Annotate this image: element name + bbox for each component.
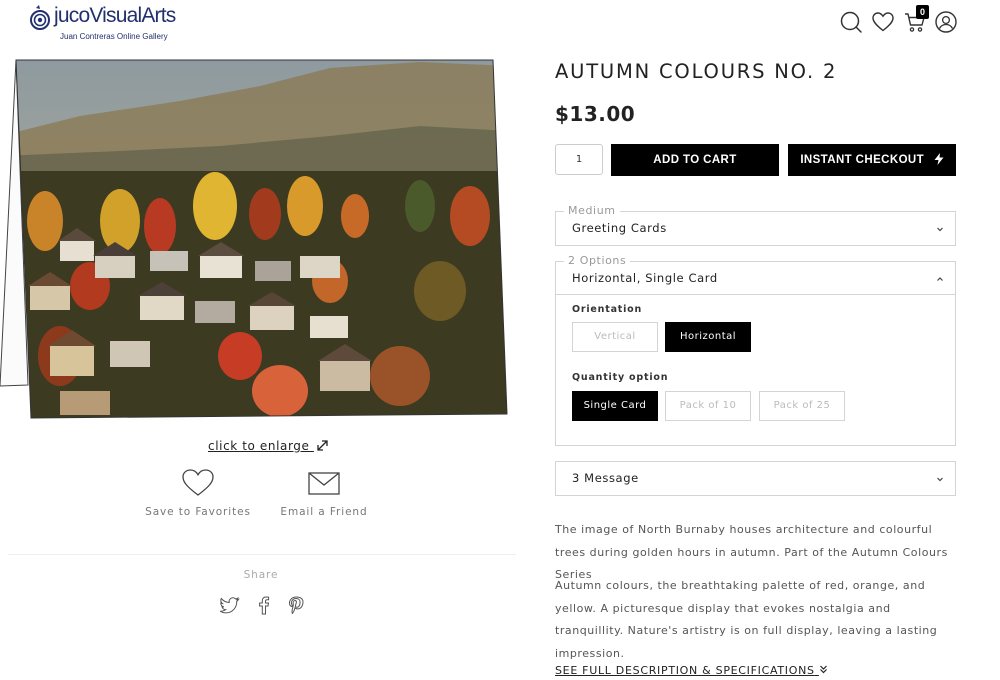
product-price: $13.00 [555, 102, 636, 126]
expand-icon [317, 440, 328, 451]
see-full-description-link[interactable]: SEE FULL DESCRIPTION & SPECIFICATIONS [555, 664, 828, 677]
message-select[interactable]: 3 Message [555, 461, 956, 496]
quantity-pack-of-25-option[interactable]: Pack of 25 [759, 391, 845, 421]
orientation-vertical-option[interactable]: Vertical [572, 322, 658, 352]
orientation-label: Orientation [572, 304, 643, 315]
quantity-input[interactable] [555, 144, 603, 175]
search-icon[interactable] [839, 10, 863, 34]
message-value: 3 Message [572, 471, 639, 485]
orientation-horizontal-option[interactable]: Horizontal [665, 322, 751, 352]
pinterest-icon[interactable] [286, 595, 306, 615]
instant-checkout-button[interactable]: INSTANT CHECKOUT [788, 144, 956, 176]
user-icon[interactable] [934, 10, 958, 34]
add-to-cart-button[interactable]: ADD TO CART [611, 144, 779, 176]
lightning-icon [934, 153, 944, 165]
instant-checkout-label: INSTANT CHECKOUT [800, 154, 925, 166]
medium-value: Greeting Cards [572, 221, 667, 235]
email-a-friend-label: Email a Friend [280, 506, 368, 518]
options-select[interactable]: 2 Options Horizontal, Single Card [556, 254, 955, 295]
brand-mark-icon [30, 5, 50, 30]
envelope-icon [308, 472, 340, 495]
chevron-up-icon [937, 277, 943, 281]
description-paragraph-2: Autumn colours, the breathtaking palette… [555, 579, 938, 660]
quantity-pack-of-10-option[interactable]: Pack of 10 [665, 391, 751, 421]
quantity-option-label: Quantity option [572, 372, 669, 383]
chevron-down-icon [937, 227, 943, 232]
email-a-friend-button[interactable]: Email a Friend [259, 468, 389, 518]
enlarge-label: click to enlarge [208, 439, 310, 453]
chevron-down-icon [937, 477, 943, 482]
click-to-enlarge-link[interactable]: click to enlarge [208, 439, 328, 453]
medium-select[interactable]: Medium Greeting Cards [555, 204, 956, 246]
heart-icon[interactable] [871, 10, 895, 34]
double-chevron-down-icon [819, 665, 827, 674]
heart-icon [182, 469, 214, 496]
options-legend: 2 Options [564, 254, 631, 268]
share-label: Share [243, 569, 279, 581]
options-value: Horizontal, Single Card [572, 271, 718, 285]
product-image[interactable] [0, 56, 510, 426]
quantity-single-card-option[interactable]: Single Card [572, 391, 658, 421]
medium-legend: Medium [564, 204, 620, 218]
save-to-favorites-label: Save to Favorites [145, 506, 251, 518]
divider [8, 554, 516, 555]
facebook-icon[interactable] [254, 595, 274, 615]
cart-count-badge: 0 [916, 5, 929, 19]
brand-tagline: Juan Contreras Online Gallery [60, 32, 168, 41]
brand-logo[interactable]: jucoVisualArts Juan Contreras Online Gal… [30, 4, 190, 41]
brand-name: jucoVisualArts [54, 4, 176, 27]
see-full-label: SEE FULL DESCRIPTION & SPECIFICATIONS [555, 664, 815, 677]
options-panel: 2 Options Horizontal, Single Card Orient… [555, 254, 956, 446]
save-to-favorites-button[interactable]: Save to Favorites [133, 468, 263, 518]
product-title: AUTUMN COLOURS NO. 2 [555, 60, 838, 83]
twitter-icon[interactable] [220, 595, 240, 615]
